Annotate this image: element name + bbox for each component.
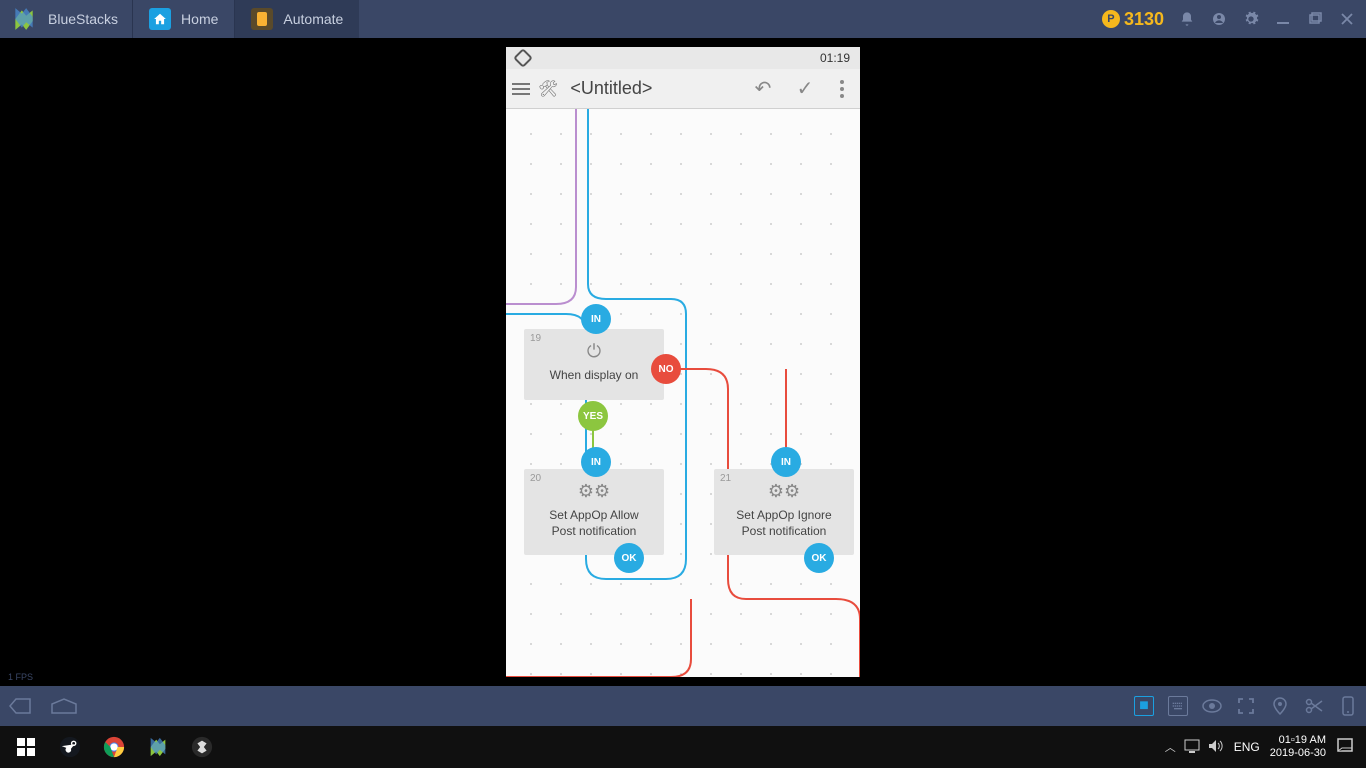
minimize-button[interactable] [1274, 10, 1292, 28]
confirm-button[interactable]: ✓ [788, 76, 822, 101]
badge-yes[interactable]: YES [578, 401, 608, 431]
emulator-viewport: 1 FPS 01:19 🛠 <Untitled> ↶ ✓ [0, 38, 1366, 686]
block-number: 21 [720, 473, 731, 484]
start-button[interactable] [4, 726, 48, 768]
bluestacks-titlebar: BlueStacks Home Automate P 3130 [0, 0, 1366, 38]
tab-home[interactable]: Home [132, 0, 234, 38]
flow-block-21[interactable]: 21 ⚙⚙ Set AppOp Ignore Post notification [714, 469, 854, 555]
scissors-icon[interactable] [1304, 696, 1324, 716]
android-back-button[interactable] [8, 697, 32, 715]
automate-app-bar: 🛠 <Untitled> ↶ ✓ [506, 69, 860, 109]
tab-home-label: Home [181, 11, 218, 27]
rotation-lock-icon [513, 48, 533, 68]
taskbar-bluestacks-icon[interactable] [136, 726, 180, 768]
account-icon[interactable] [1210, 10, 1228, 28]
taskbar-steam-icon[interactable] [48, 726, 92, 768]
tray-volume-icon[interactable] [1208, 739, 1224, 756]
keyboard-icon[interactable] [1168, 696, 1188, 716]
android-home-button[interactable] [50, 697, 78, 715]
notification-center-icon[interactable] [1336, 737, 1354, 758]
taskbar-clock[interactable]: 01▫19 AM 2019-06-30 [1270, 734, 1326, 760]
badge-in[interactable]: IN [771, 447, 801, 477]
automate-app-icon [251, 8, 273, 30]
flow-canvas[interactable]: 19 ⏻ When display on IN NO YES 20 ⚙⚙ Set… [506, 109, 860, 677]
close-button[interactable] [1338, 10, 1356, 28]
power-icon: ⏻ [532, 341, 656, 362]
badge-in[interactable]: IN [581, 447, 611, 477]
block-label-1: Set AppOp Allow [532, 508, 656, 524]
bell-icon[interactable] [1178, 10, 1196, 28]
tab-automate-label: Automate [283, 11, 343, 27]
phone-screen: 01:19 🛠 <Untitled> ↶ ✓ 19 ⏻ When d [506, 47, 860, 677]
taskbar-time: 01▫19 AM [1270, 734, 1326, 747]
taskbar-app-icon[interactable] [180, 726, 224, 768]
badge-ok[interactable]: OK [804, 543, 834, 573]
block-label-2: Post notification [532, 524, 656, 540]
input-mapper-icon[interactable]: ■ [1134, 696, 1154, 716]
block-number: 19 [530, 333, 541, 344]
fps-label: 1 FPS [8, 672, 33, 682]
bluestacks-bottombar: ■ [0, 686, 1366, 726]
settings-icon[interactable] [1242, 10, 1260, 28]
tools-icon[interactable]: 🛠 [538, 79, 558, 99]
undo-button[interactable]: ↶ [746, 76, 780, 101]
block-number: 20 [530, 473, 541, 484]
block-label-1: Set AppOp Ignore [722, 508, 846, 524]
taskbar-date: 2019-06-30 [1270, 747, 1326, 760]
status-time: 01:19 [820, 51, 850, 65]
badge-no[interactable]: NO [651, 354, 681, 384]
tray-display-icon[interactable] [1184, 739, 1200, 756]
coin-counter[interactable]: P 3130 [1102, 9, 1164, 30]
taskbar-language[interactable]: ENG [1234, 740, 1260, 754]
hamburger-icon[interactable] [512, 83, 530, 95]
fullscreen-icon[interactable] [1236, 696, 1256, 716]
block-label: When display on [532, 368, 656, 384]
gears-icon: ⚙⚙ [722, 481, 846, 502]
eye-icon[interactable] [1202, 696, 1222, 716]
badge-ok[interactable]: OK [614, 543, 644, 573]
overflow-menu-icon[interactable] [830, 80, 854, 98]
tray-expand-icon[interactable]: ︿ [1165, 739, 1176, 755]
coin-value: 3130 [1124, 9, 1164, 30]
bluestacks-title: BlueStacks [48, 11, 118, 27]
maximize-button[interactable] [1306, 10, 1324, 28]
android-status-bar: 01:19 [506, 47, 860, 69]
badge-in[interactable]: IN [581, 304, 611, 334]
flow-title: <Untitled> [570, 78, 738, 99]
phone-frame-icon[interactable] [1338, 696, 1358, 716]
location-icon[interactable] [1270, 696, 1290, 716]
bluestacks-logo-icon [8, 3, 40, 35]
flow-block-19[interactable]: 19 ⏻ When display on [524, 329, 664, 400]
home-icon [149, 8, 171, 30]
gears-icon: ⚙⚙ [532, 481, 656, 502]
taskbar-chrome-icon[interactable] [92, 726, 136, 768]
block-label-2: Post notification [722, 524, 846, 540]
tab-automate[interactable]: Automate [234, 0, 359, 38]
windows-taskbar: ︿ ENG 01▫19 AM 2019-06-30 [0, 726, 1366, 768]
coin-icon: P [1102, 10, 1120, 28]
flow-block-20[interactable]: 20 ⚙⚙ Set AppOp Allow Post notification [524, 469, 664, 555]
